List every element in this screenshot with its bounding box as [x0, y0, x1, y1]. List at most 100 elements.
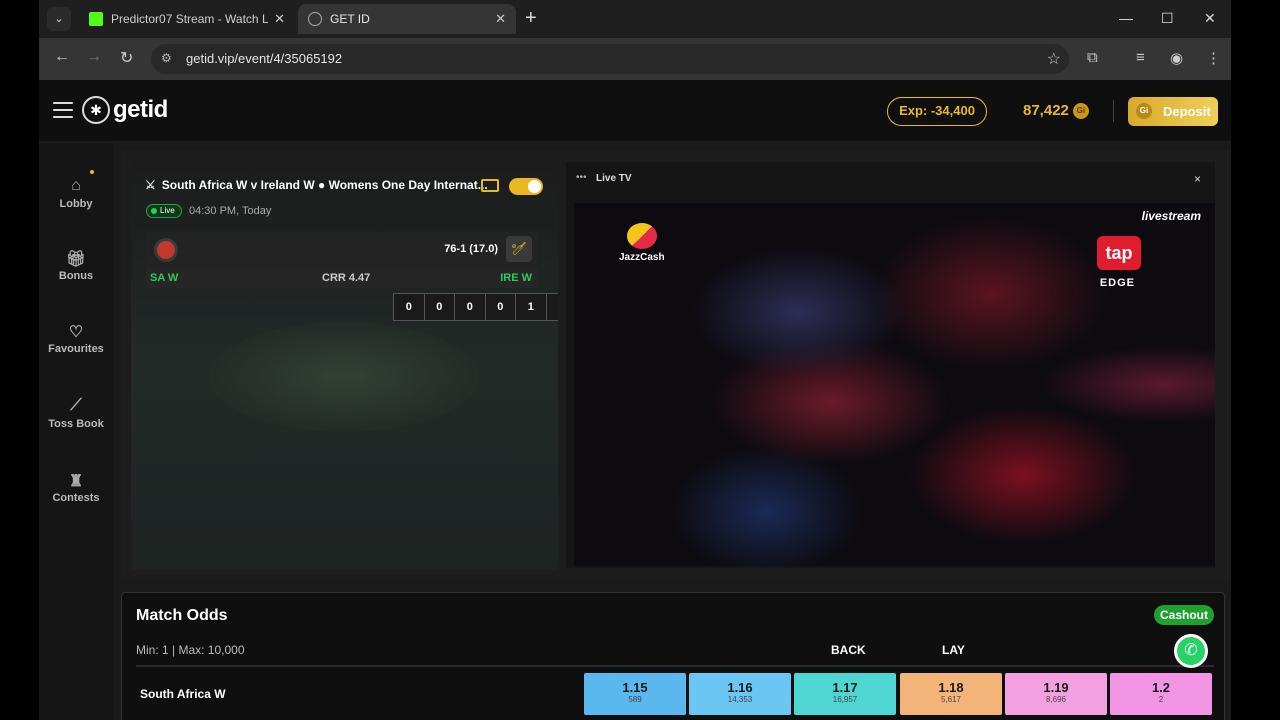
reload-icon[interactable]: ↻ — [120, 48, 133, 68]
scorecard: ⚔ South Africa W v Ireland W ● Womens One… — [131, 162, 558, 570]
home-icon: ⌂ — [71, 177, 81, 194]
maximize-icon[interactable]: ☐ — [1161, 10, 1174, 27]
min-max-limits: Min: 1 | Max: 10,000 — [136, 643, 245, 657]
toggle-knob — [528, 180, 541, 193]
cricket-ball-icon — [154, 238, 178, 262]
live-badge: Live — [146, 204, 182, 218]
divider — [136, 665, 1214, 667]
odds-volume: 5,617 — [940, 695, 962, 704]
video-player[interactable]: JazzCash livestream tap EDGE — [574, 203, 1215, 566]
match-odds-panel: Match Odds Cashout Min: 1 | Max: 10,000 … — [121, 592, 1225, 720]
ball-result: 0 — [485, 294, 516, 320]
balance-display[interactable]: 87,422 Gi — [1023, 102, 1089, 120]
url-text[interactable]: getid.vip/event/4/35065192 — [186, 51, 342, 66]
stream-watermark: livestream — [1141, 209, 1201, 223]
match-title-text: South Africa W v Ireland W ● Womens One … — [161, 178, 488, 192]
tab-predictor[interactable]: Predictor07 Stream - Watch Live ✕ — [79, 4, 295, 34]
sidebar-item-toss-book[interactable]: ⟋ Toss Book — [39, 397, 113, 430]
sidebar-item-lobby[interactable]: ⌂ Lobby — [39, 177, 113, 210]
score-text: 76-1 (17.0) — [444, 243, 498, 255]
odds-price: 1.16 — [727, 680, 753, 695]
odds-cell[interactable]: 1.17 16,957 — [794, 673, 896, 715]
address-toolbar: ← → ↻ ⚙ getid.vip/event/4/35065192 ☆ ⧉ ≡… — [39, 38, 1231, 80]
close-tab-icon[interactable]: ✕ — [274, 11, 285, 27]
recent-balls: 0 0 0 0 1 4 — [393, 293, 558, 321]
forward-icon[interactable]: → — [86, 48, 102, 66]
odds-cell[interactable]: 1.2 2 — [1110, 673, 1212, 715]
sponsor-logo: JazzCash — [619, 223, 665, 263]
cashout-button[interactable]: Cashout — [1154, 605, 1214, 625]
odds-price: 1.19 — [1043, 680, 1069, 695]
ball-result: 0 — [424, 294, 455, 320]
stream-toggle[interactable] — [509, 178, 543, 195]
cricket-icon: ⚔ — [145, 178, 156, 192]
more-menu-icon[interactable]: ⋮ — [1206, 49, 1221, 67]
channel-sub-logo: EDGE — [1099, 277, 1135, 289]
exposure-badge[interactable]: Exp: -34,400 — [887, 97, 987, 126]
close-icon[interactable]: × — [1194, 172, 1201, 186]
deposit-label: Deposit — [1163, 104, 1211, 119]
deposit-button[interactable]: Gi Deposit — [1128, 97, 1218, 126]
coin-toss-icon: ⟋ — [70, 397, 82, 414]
odds-price: 1.18 — [938, 680, 964, 695]
heart-icon: ♡ — [68, 324, 84, 341]
tab-title: GET ID — [330, 12, 370, 26]
tab-search-button[interactable]: ⌄ — [47, 7, 71, 31]
site-info-icon[interactable]: ⚙ — [161, 51, 177, 67]
score-row: 76-1 (17.0) 🏏︎ — [146, 232, 538, 268]
getid-favicon-icon — [308, 12, 322, 26]
odds-title: Match Odds — [136, 607, 228, 624]
stadium-background — [209, 322, 479, 432]
channel-logo: tap — [1097, 236, 1141, 270]
extensions-icon[interactable]: ⧉ — [1087, 49, 1098, 66]
sidebar-item-bonus[interactable]: 🎁︎ Bonus — [39, 249, 113, 282]
team-a: SA W — [150, 272, 179, 284]
odds-cell[interactable]: 1.16 14,353 — [689, 673, 791, 715]
balance-value: 87,422 — [1023, 102, 1069, 119]
coin-icon: Gi — [1136, 103, 1152, 119]
ball-result: 0 — [455, 294, 486, 320]
drag-handle-icon[interactable]: ••• — [576, 172, 587, 183]
sidebar-item-label: Lobby — [59, 198, 93, 210]
sidebar: ⌂ Lobby 🎁︎ Bonus ♡ Favourites ⟋ Toss Boo… — [39, 143, 113, 720]
odds-volume: 2 — [1158, 695, 1164, 704]
sidebar-item-label: Favourites — [48, 343, 104, 355]
match-time: 04:30 PM, Today — [189, 205, 272, 217]
hamburger-menu-icon[interactable] — [53, 102, 73, 118]
lay-header: LAY — [942, 643, 965, 657]
sidebar-item-label: Contests — [52, 492, 100, 504]
ball-result: 1 — [516, 294, 547, 320]
odds-price: 1.2 — [1151, 680, 1171, 695]
odds-volume: 8,696 — [1045, 695, 1067, 704]
odds-price: 1.15 — [622, 680, 648, 695]
team-row: SA W CRR 4.47 IRE W — [146, 268, 538, 288]
odds-price: 1.17 — [832, 680, 858, 695]
site-header: ✱ getid Exp: -34,400 87,422 Gi Gi Deposit — [39, 80, 1231, 142]
whatsapp-icon[interactable]: ✆ — [1174, 634, 1208, 668]
match-title[interactable]: ⚔ South Africa W v Ireland W ● Womens One… — [145, 178, 488, 192]
back-icon[interactable]: ← — [54, 48, 70, 66]
notification-dot — [90, 170, 94, 174]
kick-favicon-icon — [89, 12, 103, 26]
close-tab-icon[interactable]: ✕ — [495, 11, 506, 27]
close-window-icon[interactable]: ✕ — [1204, 10, 1216, 27]
omnibox[interactable]: ⚙ getid.vip/event/4/35065192 ☆ — [151, 44, 1069, 74]
odds-cell[interactable]: 1.18 5,617 — [900, 673, 1002, 715]
sidebar-item-favourites[interactable]: ♡ Favourites — [39, 322, 113, 355]
odds-cell[interactable]: 1.15 589 — [584, 673, 686, 715]
live-dot-icon — [151, 208, 157, 214]
new-tab-button[interactable]: + — [525, 8, 537, 28]
minimize-icon[interactable]: — — [1119, 10, 1133, 26]
sponsor-name: JazzCash — [619, 252, 665, 263]
media-icon[interactable]: ≡ — [1136, 49, 1145, 66]
sidebar-item-contests[interactable]: ♜ Contests — [39, 471, 113, 504]
logo-mark-icon: ✱ — [82, 96, 110, 124]
tv-icon[interactable] — [481, 179, 499, 192]
tab-getid[interactable]: GET ID ✕ — [298, 4, 516, 34]
jazzcash-logo-icon — [626, 223, 657, 249]
sidebar-item-label: Toss Book — [48, 418, 104, 430]
bookmark-star-icon[interactable]: ☆ — [1047, 49, 1061, 69]
odds-cell[interactable]: 1.19 8,696 — [1005, 673, 1107, 715]
profile-icon[interactable]: ◉ — [1170, 49, 1183, 67]
site-logo[interactable]: ✱ getid — [82, 96, 168, 124]
